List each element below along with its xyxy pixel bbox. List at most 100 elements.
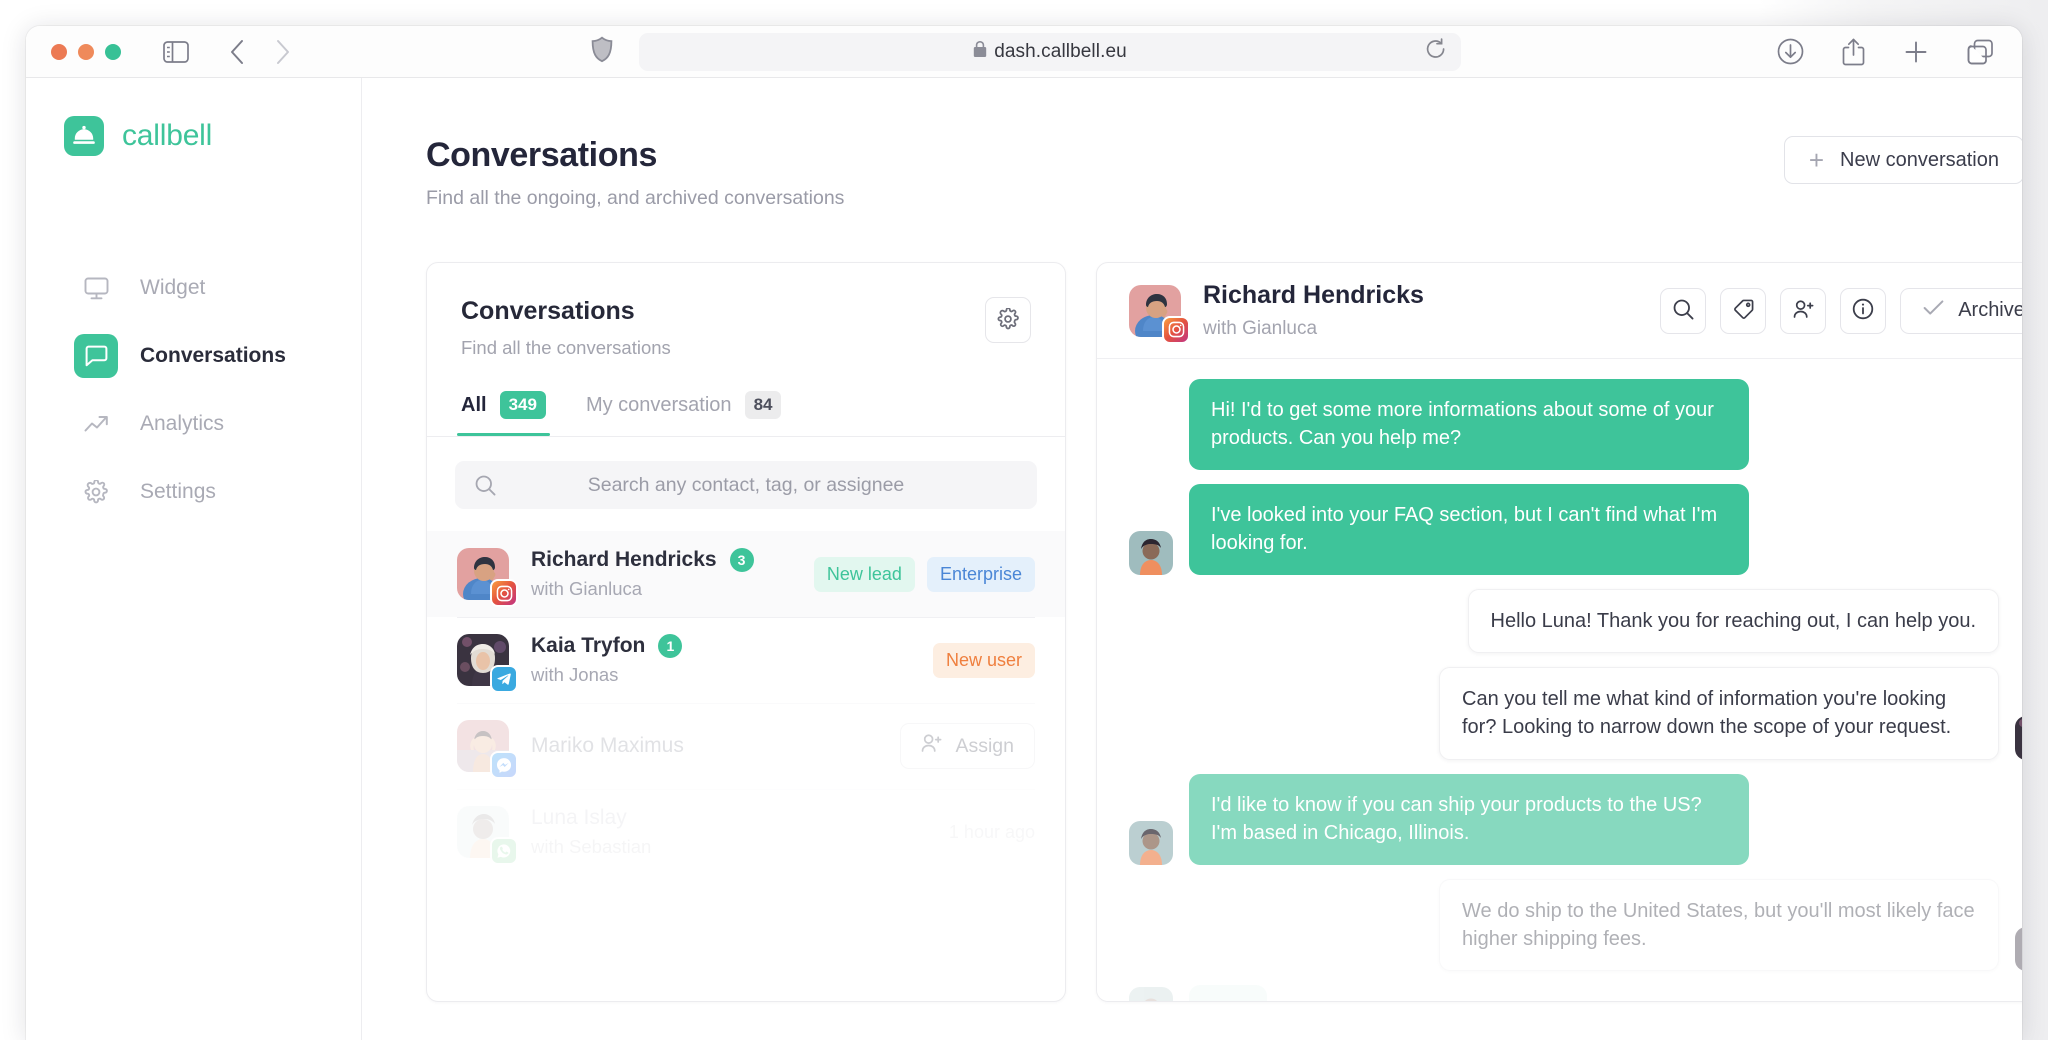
status-badge[interactable]: New user xyxy=(933,643,1035,678)
panels: Conversations Find all the conversations xyxy=(362,210,2022,1002)
avatar xyxy=(1129,531,1173,575)
assign-label: Assign xyxy=(955,735,1014,758)
window-controls[interactable] xyxy=(51,44,121,60)
search-icon xyxy=(1673,299,1694,323)
plus-icon[interactable] xyxy=(1903,39,1929,65)
sidebar-item-settings[interactable]: Settings xyxy=(26,464,361,520)
conversation-actions: Archived xyxy=(1660,288,2022,334)
message-thread[interactable]: Hi! I'd to get some more informations ab… xyxy=(1097,359,2022,1002)
assign-user-icon xyxy=(1793,299,1814,322)
back-arrow-icon[interactable] xyxy=(229,39,245,65)
tab-all[interactable]: All 349 xyxy=(461,391,546,436)
tab-my-conversation[interactable]: My conversation 84 xyxy=(586,391,782,436)
message-row xyxy=(1129,985,2022,1002)
row-tags: New lead Enterprise xyxy=(814,557,1035,592)
share-icon[interactable] xyxy=(1842,38,1865,66)
sidebar-item-analytics[interactable]: Analytics xyxy=(26,396,361,452)
table-row[interactable]: Luna Islay with Sebastian 1 hour ago xyxy=(427,789,1065,875)
sidebar-item-widget[interactable]: Widget xyxy=(26,260,361,316)
archived-button[interactable]: Archived xyxy=(1900,288,2022,334)
sidebar-item-label: Settings xyxy=(140,480,216,504)
info-button[interactable] xyxy=(1840,288,1886,334)
list-panel-subtitle: Find all the conversations xyxy=(461,337,671,359)
page-subtitle: Find all the ongoing, and archived conve… xyxy=(426,187,844,210)
avatar xyxy=(457,634,509,686)
new-conversation-button[interactable]: + New conversation xyxy=(1784,136,2022,184)
message-bubble-incoming: I've looked into your FAQ section, but I… xyxy=(1189,484,1749,575)
search-conversation-button[interactable] xyxy=(1660,288,1706,334)
trend-up-icon xyxy=(74,402,118,446)
app-container: callbell Widget xyxy=(26,78,2022,1040)
search-input[interactable] xyxy=(455,461,1037,509)
archived-label: Archived xyxy=(1958,299,2022,322)
tab-label: All xyxy=(461,394,487,417)
contact-name: Richard Hendricks xyxy=(1203,281,1424,310)
assignee-label: with Gianluca xyxy=(1203,318,1424,340)
row-main: Luna Islay with Sebastian xyxy=(531,806,927,858)
telegram-icon xyxy=(490,665,518,693)
assignee-label: with Sebastian xyxy=(531,836,927,858)
maximize-window-button[interactable] xyxy=(105,44,121,60)
row-main: Mariko Maximus xyxy=(531,734,878,758)
chat-bubble-icon xyxy=(74,334,118,378)
assign-user-button[interactable] xyxy=(1780,288,1826,334)
close-window-button[interactable] xyxy=(51,44,67,60)
conversation-panel: Richard Hendricks with Gianluca xyxy=(1096,262,2022,1002)
table-row[interactable]: Mariko Maximus Assign xyxy=(427,703,1065,789)
browser-window: dash.callbell.eu xyxy=(26,26,2022,1040)
list-panel-header: Conversations Find all the conversations xyxy=(427,263,1065,359)
avatar xyxy=(457,806,509,858)
unread-badge: 1 xyxy=(658,634,682,658)
avatar xyxy=(2015,927,2022,971)
info-icon xyxy=(1852,298,1874,323)
search-icon xyxy=(475,475,496,496)
app-sidebar: callbell Widget xyxy=(26,78,362,1040)
download-icon[interactable] xyxy=(1777,38,1804,65)
table-row[interactable]: Kaia Tryfon 1 with Jonas New user xyxy=(427,617,1065,703)
avatar xyxy=(457,548,509,600)
message-row: I'd like to know if you can ship your pr… xyxy=(1129,774,2022,865)
conversation-contact: Richard Hendricks with Gianluca xyxy=(1203,281,1424,340)
status-badge[interactable]: Enterprise xyxy=(927,557,1035,592)
instagram-icon xyxy=(490,579,518,607)
minimize-window-button[interactable] xyxy=(78,44,94,60)
table-row[interactable]: Richard Hendricks 3 with Gianluca New le… xyxy=(427,531,1065,617)
address-bar[interactable]: dash.callbell.eu xyxy=(639,33,1461,71)
unread-badge: 3 xyxy=(730,548,754,572)
gear-icon xyxy=(74,470,118,514)
message-bubble-incoming: I'd like to know if you can ship your pr… xyxy=(1189,774,1749,865)
reload-icon[interactable] xyxy=(1425,37,1447,66)
browser-toolbar: dash.callbell.eu xyxy=(26,26,2022,78)
timestamp: 1 hour ago xyxy=(949,822,1035,843)
service-bell-icon xyxy=(64,116,104,156)
assignee-label: with Jonas xyxy=(531,664,911,686)
tab-label: My conversation xyxy=(586,394,732,417)
typing-indicator xyxy=(1189,985,1267,1002)
message-bubble-outgoing: Can you tell me what kind of information… xyxy=(1439,667,1999,760)
url-text: dash.callbell.eu xyxy=(994,41,1127,63)
sidebar-toggle-icon[interactable] xyxy=(163,41,189,63)
search-box[interactable] xyxy=(455,461,1037,509)
status-badge[interactable]: New lead xyxy=(814,557,915,592)
lock-icon xyxy=(973,41,987,63)
screen: dash.callbell.eu xyxy=(0,0,2048,1040)
desktop-background-top xyxy=(0,0,2048,26)
row-main: Richard Hendricks 3 with Gianluca xyxy=(531,548,792,600)
gear-icon xyxy=(997,308,1019,333)
message-bubble-outgoing: We do ship to the United States, but you… xyxy=(1439,879,1999,972)
row-tags: New user xyxy=(933,643,1035,678)
list-settings-button[interactable] xyxy=(985,297,1031,343)
message-row: We do ship to the United States, but you… xyxy=(1129,879,2022,972)
conversation-header: Richard Hendricks with Gianluca xyxy=(1097,263,2022,359)
assign-button[interactable]: Assign xyxy=(900,723,1035,769)
sidebar-item-conversations[interactable]: Conversations xyxy=(26,328,361,384)
tab-overview-icon[interactable] xyxy=(1967,39,1994,65)
avatar xyxy=(1129,285,1181,337)
check-icon xyxy=(1923,299,1944,322)
brand-logo[interactable]: callbell xyxy=(26,116,361,156)
shield-icon[interactable] xyxy=(591,36,613,67)
contact-name: Luna Islay xyxy=(531,806,627,830)
brand-name: callbell xyxy=(122,119,212,153)
tag-button[interactable] xyxy=(1720,288,1766,334)
contact-name: Mariko Maximus xyxy=(531,734,684,758)
